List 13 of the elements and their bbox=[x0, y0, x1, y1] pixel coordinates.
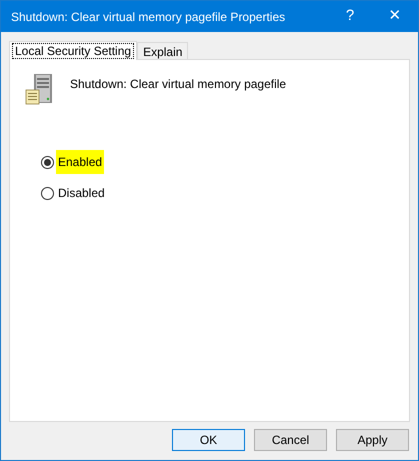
tab[interactable]: Explain bbox=[137, 42, 188, 59]
dialog-button[interactable]: OK bbox=[172, 429, 245, 451]
radio-button[interactable] bbox=[41, 156, 54, 168]
dialog-button[interactable]: Cancel bbox=[254, 429, 327, 451]
radio-button[interactable] bbox=[41, 186, 54, 200]
dialog-button[interactable]: Apply bbox=[336, 429, 409, 451]
help-button[interactable]: ? bbox=[328, 1, 372, 32]
policy-name: Shutdown: Clear virtual memory pagefile bbox=[70, 76, 286, 93]
tab[interactable]: Local Security Setting bbox=[9, 41, 138, 60]
radio-label[interactable]: Disabled bbox=[56, 184, 107, 202]
window-title: Shutdown: Clear virtual memory pagefile Properties bbox=[11, 8, 286, 26]
radio-label[interactable]: Enabled bbox=[56, 150, 104, 174]
close-button[interactable]: ✕ bbox=[372, 1, 418, 32]
